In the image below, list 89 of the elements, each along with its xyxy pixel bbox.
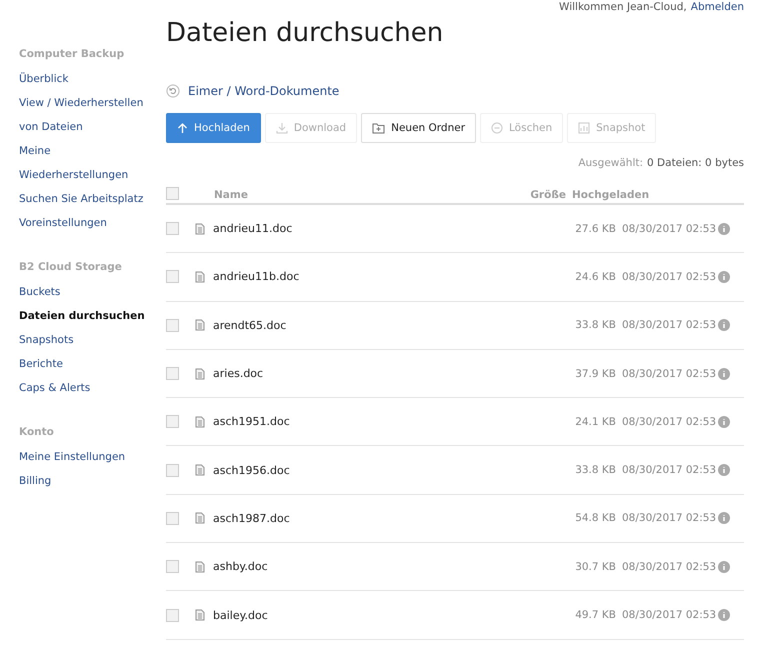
file-size: 37.9 KB: [574, 368, 616, 380]
sidebar-heading: B2 Cloud Storage: [19, 260, 123, 275]
sidebar-heading: Computer Backup: [19, 47, 126, 62]
sidebar-item[interactable]: Buckets: [19, 284, 60, 308]
sidebar-item[interactable]: von Dateien: [19, 119, 83, 143]
row-checkbox[interactable]: [166, 608, 179, 622]
sidebar-item[interactable]: Meine Einstellungen: [19, 449, 126, 473]
file-size: 33.8 KB: [574, 464, 616, 476]
sidebar-item[interactable]: Suchen Sie Arbeitsplatz: [19, 191, 144, 215]
file-name[interactable]: ashby.doc: [213, 560, 546, 574]
back-icon[interactable]: [166, 84, 180, 98]
upload-date: 08/30/2017 02:53: [622, 560, 718, 573]
info-icon[interactable]: [718, 368, 730, 380]
folder-plus-icon: [372, 122, 386, 134]
file-name[interactable]: andrieu11b.doc: [213, 270, 546, 284]
file-size: 24.1 KB: [574, 416, 616, 428]
sidebar-item[interactable]: Meine: [19, 143, 51, 167]
sidebar-item[interactable]: Snapshots: [19, 332, 74, 356]
file-name[interactable]: asch1951.doc: [213, 415, 546, 428]
logout-link[interactable]: Abmelden: [690, 1, 744, 13]
file-size: 54.8 KB: [574, 512, 616, 524]
file-size: 24.6 KB: [574, 270, 616, 283]
upload-date: 08/30/2017 02:53: [622, 222, 718, 235]
column-header: Hochgeladen: [572, 189, 650, 203]
select-all-checkbox[interactable]: [166, 187, 179, 200]
info-icon[interactable]: [718, 222, 730, 235]
sidebar-item[interactable]: Voreinstellungen: [19, 215, 107, 239]
chart-icon: [578, 122, 590, 134]
column-header: Name: [214, 189, 249, 203]
info-icon[interactable]: [718, 270, 730, 283]
upload-date: 08/30/2017 02:53: [622, 512, 718, 524]
file-name[interactable]: asch1987.doc: [213, 512, 546, 525]
info-icon[interactable]: [718, 464, 730, 476]
file-size: 49.7 KB: [574, 609, 616, 622]
file-size: 33.8 KB: [574, 319, 616, 332]
upload-date: 08/30/2017 02:53: [622, 464, 718, 476]
file-name[interactable]: bailey.doc: [213, 608, 546, 622]
upload-date: 08/30/2017 02:53: [622, 609, 718, 622]
info-icon[interactable]: [718, 609, 730, 622]
file-icon: [195, 319, 205, 332]
info-icon[interactable]: [718, 416, 730, 428]
row-checkbox[interactable]: [166, 560, 179, 574]
sidebar-item[interactable]: Wiederherstellungen: [19, 167, 128, 191]
sidebar-item[interactable]: Berichte: [19, 356, 63, 380]
info-icon[interactable]: [718, 560, 730, 573]
file-name[interactable]: andrieu11.doc: [213, 222, 546, 236]
folder-button[interactable]: Neuen Ordner: [361, 113, 476, 143]
file-icon: [195, 512, 205, 524]
sidebar-item[interactable]: Dateien durchsuchen: [19, 308, 145, 332]
row-checkbox[interactable]: [166, 464, 179, 477]
info-icon[interactable]: [718, 512, 730, 524]
file-icon: [195, 222, 205, 235]
file-icon: [195, 368, 205, 380]
sidebar-heading: Konto: [19, 425, 55, 440]
file-size: 30.7 KB: [574, 560, 616, 573]
file-icon: [195, 416, 205, 428]
minus-circle-icon: [491, 122, 504, 134]
sidebar-item[interactable]: View / Wiederherstellen: [19, 95, 144, 119]
file-size: 27.6 KB: [574, 222, 616, 235]
welcome-text: Willkommen Jean-Cloud,: [559, 1, 687, 13]
row-checkbox[interactable]: [166, 415, 179, 428]
file-name[interactable]: aries.doc: [213, 367, 546, 380]
selection-label: Ausgewählt:: [578, 157, 644, 171]
upload-date: 08/30/2017 02:53: [622, 416, 718, 428]
row-checkbox[interactable]: [166, 318, 179, 332]
row-checkbox[interactable]: [166, 270, 179, 284]
file-icon: [195, 464, 205, 476]
file-icon: [195, 560, 205, 573]
row-checkbox[interactable]: [166, 222, 179, 236]
arrow-up-icon: [177, 122, 188, 134]
sidebar-item[interactable]: Billing: [19, 473, 52, 497]
file-name[interactable]: arendt65.doc: [213, 318, 546, 332]
upload-button[interactable]: Hochladen: [166, 113, 261, 143]
sidebar-item[interactable]: Überblick: [19, 71, 68, 95]
download-icon: [276, 122, 288, 134]
row-checkbox[interactable]: [166, 512, 179, 525]
selection-value: 0 Dateien: 0 bytes: [647, 157, 744, 171]
file-name[interactable]: asch1956.doc: [213, 464, 546, 477]
row-checkbox[interactable]: [166, 367, 179, 380]
upload-date: 08/30/2017 02:53: [622, 368, 718, 380]
breadcrumb-link[interactable]: Eimer / Word-Dokumente: [188, 84, 340, 98]
file-icon: [195, 609, 205, 622]
page-title: Dateien durchsuchen: [166, 17, 444, 50]
column-header: Größe: [530, 189, 566, 203]
info-icon[interactable]: [718, 319, 730, 332]
sidebar-item[interactable]: Caps & Alerts: [19, 380, 90, 404]
upload-date: 08/30/2017 02:53: [622, 270, 718, 283]
file-icon: [195, 270, 205, 283]
upload-date: 08/30/2017 02:53: [622, 319, 718, 332]
